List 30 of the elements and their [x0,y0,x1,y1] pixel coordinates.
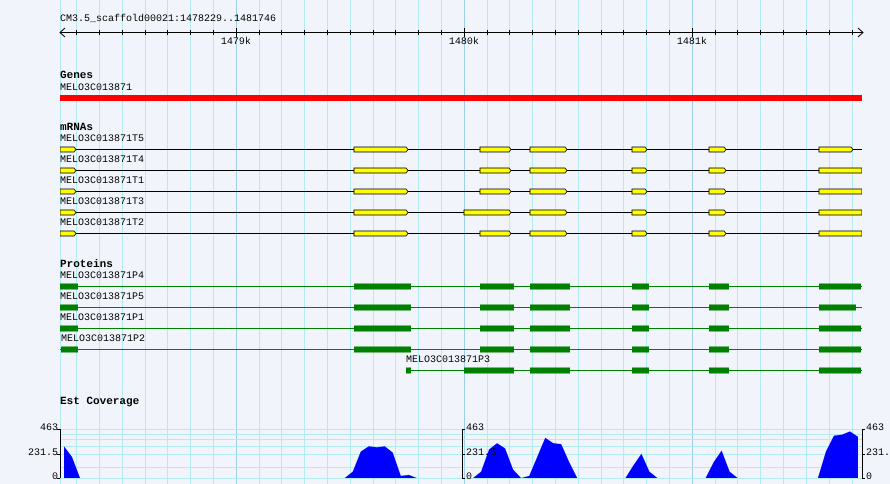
ruler-title: CM3.5_scaffold00021:1478229..1481746 [60,13,276,27]
axis-label: 463 [866,423,884,435]
gene-label: MELO3C013871 [60,83,132,95]
ruler-label: 1481k [676,37,707,49]
protein-label: MELO3C013871P4 [60,272,144,282]
track-title: Proteins [60,259,113,271]
axis-label: 231.5 [28,448,58,460]
y-axis [862,428,866,479]
y-axis [56,428,61,479]
y-axis [462,428,466,479]
protein-label: MELO3C013871P2 [61,335,146,345]
protein-label: MELO3C013871P5 [60,293,144,303]
axis-label: 0 [466,472,472,484]
transcript-label: MELO3C013871T5 [60,135,144,145]
ruler-label: 1479k [220,37,251,49]
transcript-label: MELO3C013871T2 [60,219,144,229]
track-title: mRNAs [60,122,94,134]
axis-label: 463 [40,423,58,435]
transcript-label: MELO3C013871T4 [60,156,144,166]
axis-label: 463 [466,423,484,435]
track-title: Est Coverage [60,396,140,409]
axis-label: 0 [866,472,872,484]
protein-label: MELO3C013871P3 [406,356,490,366]
track-title: Genes [60,70,94,83]
axis-label: 0 [52,472,58,484]
transcript-label: MELO3C013871T3 [60,198,144,208]
axis-label: 231. [866,448,890,460]
ruler-label: 1480k [448,37,479,49]
protein-label: MELO3C013871P1 [60,314,144,324]
transcript-label: MELO3C013871T1 [60,177,144,187]
